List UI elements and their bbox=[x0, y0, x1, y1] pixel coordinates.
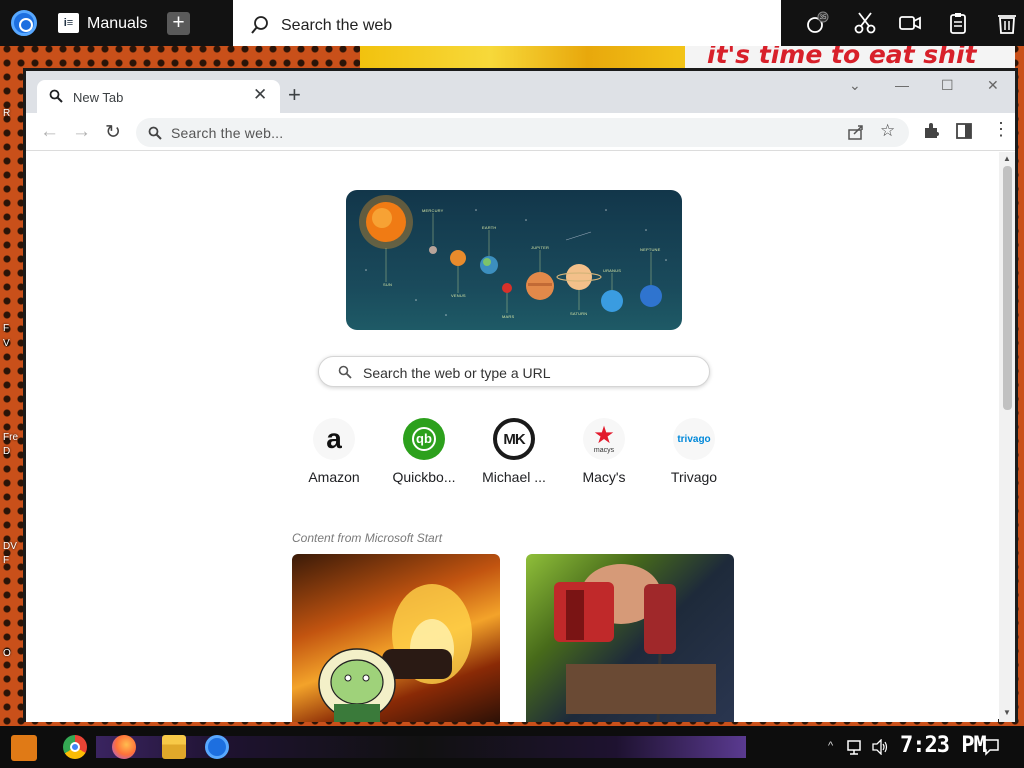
desktop-icon-label[interactable]: V bbox=[3, 338, 10, 349]
planet-label: VENUS bbox=[451, 293, 466, 298]
desktop-icon-label[interactable]: D bbox=[3, 446, 10, 457]
planet-label: MERCURY bbox=[422, 208, 444, 213]
quick-link-quickbooks[interactable]: qb Quickbo... bbox=[384, 418, 464, 485]
quick-link-label: Michael ... bbox=[482, 469, 546, 485]
quickbooks-logo-icon: qb bbox=[403, 418, 445, 460]
video-camera-icon[interactable] bbox=[898, 11, 922, 35]
top-search-placeholder: Search the web bbox=[281, 17, 393, 34]
page-search-input[interactable]: Search the web or type a URL bbox=[318, 356, 710, 387]
add-button[interactable]: + bbox=[167, 12, 190, 35]
performance-badge: 35 bbox=[820, 15, 827, 21]
planet-label: JUPITER bbox=[531, 245, 550, 250]
page-scrollbar[interactable]: ▲ ▼ bbox=[999, 152, 1015, 722]
side-panel-icon[interactable] bbox=[955, 122, 973, 140]
file-explorer-icon[interactable] bbox=[162, 735, 186, 759]
chevron-up-icon[interactable]: ^ bbox=[828, 740, 833, 752]
trivago-logo-icon: trivago bbox=[673, 418, 715, 460]
manuals-label[interactable]: Manuals bbox=[87, 15, 147, 33]
planet-label: URANUS bbox=[603, 268, 622, 273]
quick-link-label: Macy's bbox=[582, 469, 626, 485]
solar-system-logo[interactable]: MERCURY EARTH JUPITER URANUS NEPTUNE SUN… bbox=[346, 190, 682, 330]
macys-logo-icon: ★ macys bbox=[583, 418, 625, 460]
wallpaper-banner-image bbox=[360, 46, 685, 68]
quick-link-amazon[interactable]: a Amazon bbox=[294, 418, 374, 485]
search-icon bbox=[148, 126, 162, 140]
browser-window: New Tab ✕ + ⌄ — ☐ ✕ ← → ↻ Search the web… bbox=[23, 68, 1018, 722]
maximize-button[interactable]: ☐ bbox=[941, 77, 954, 94]
clipboard-icon[interactable] bbox=[946, 11, 970, 35]
page-search-placeholder: Search the web or type a URL bbox=[363, 365, 551, 381]
top-search-bar[interactable]: Search the web bbox=[233, 0, 781, 46]
desktop-icon-label[interactable]: O bbox=[3, 648, 11, 659]
close-icon[interactable]: ✕ bbox=[253, 85, 267, 105]
tab-strip: New Tab ✕ + ⌄ — ☐ ✕ bbox=[26, 71, 1015, 113]
app-logo-icon[interactable] bbox=[205, 735, 229, 759]
chevron-down-icon[interactable]: ⌄ bbox=[849, 77, 861, 94]
search-icon bbox=[251, 16, 268, 34]
content-source-label: Content from Microsoft Start bbox=[292, 531, 443, 545]
reload-button[interactable]: ↻ bbox=[105, 121, 121, 144]
quick-link-trivago[interactable]: trivago Trivago bbox=[654, 418, 734, 485]
planet-label: EARTH bbox=[482, 225, 497, 230]
browser-toolbar: ← → ↻ Search the web... ☆ ⋮ bbox=[26, 113, 1015, 151]
planet-label: SATURN bbox=[570, 311, 588, 316]
news-card-drill[interactable] bbox=[526, 554, 734, 722]
more-menu-icon[interactable]: ⋮ bbox=[992, 119, 1010, 140]
desktop-icon-label[interactable]: DV bbox=[3, 541, 17, 552]
planet-label: SUN bbox=[383, 282, 393, 287]
performance-icon[interactable]: 35 bbox=[805, 11, 829, 35]
forward-button[interactable]: → bbox=[72, 121, 91, 143]
scissors-icon[interactable] bbox=[853, 11, 877, 35]
search-icon bbox=[49, 89, 63, 103]
taskbar: ^ bbox=[0, 726, 1024, 768]
quick-link-michael-kors[interactable]: MK Michael ... bbox=[474, 418, 554, 485]
desktop-icon-label[interactable]: R bbox=[3, 108, 10, 119]
quick-link-macys[interactable]: ★ macys Macy's bbox=[564, 418, 644, 485]
volume-icon[interactable] bbox=[871, 739, 889, 755]
taskbar-clock[interactable]: 7:23 PM bbox=[900, 733, 987, 758]
close-window-button[interactable]: ✕ bbox=[987, 77, 999, 94]
wallpaper-banner-caption: it's time to eat shit bbox=[685, 46, 1015, 68]
quick-link-label: Trivago bbox=[670, 469, 718, 485]
news-image-drill bbox=[554, 564, 716, 722]
desktop-icon-label[interactable]: Fre bbox=[3, 432, 18, 443]
app-logo-icon[interactable] bbox=[11, 10, 37, 36]
minimize-button[interactable]: — bbox=[895, 77, 909, 93]
trash-icon[interactable] bbox=[995, 11, 1019, 35]
quick-link-label: Quickbo... bbox=[392, 469, 456, 485]
news-card-fire[interactable] bbox=[292, 554, 500, 722]
desktop-icon-label[interactable]: F bbox=[3, 555, 9, 566]
quick-link-label: Amazon bbox=[308, 469, 360, 485]
banner-text: it's time to eat shit bbox=[707, 46, 977, 68]
address-bar[interactable]: Search the web... ☆ bbox=[136, 118, 909, 147]
desktop-icon-label[interactable]: F bbox=[3, 323, 9, 334]
solar-system-illustration bbox=[359, 195, 667, 316]
michael-kors-logo-icon: MK bbox=[493, 418, 535, 460]
planet-label: MARS bbox=[502, 314, 515, 319]
tab-title: New Tab bbox=[73, 90, 124, 105]
manuals-icon[interactable]: i≡ bbox=[58, 13, 79, 33]
scrollbar-thumb[interactable] bbox=[1003, 166, 1012, 410]
back-button[interactable]: ← bbox=[40, 121, 59, 143]
search-icon bbox=[338, 365, 352, 379]
extensions-icon[interactable] bbox=[922, 122, 940, 140]
start-button-icon[interactable] bbox=[11, 735, 37, 761]
amazon-logo-icon: a bbox=[313, 418, 355, 460]
new-tab-button[interactable]: + bbox=[288, 82, 301, 108]
scroll-down-icon[interactable]: ▼ bbox=[1003, 708, 1011, 717]
new-tab-page: MERCURY EARTH JUPITER URANUS NEPTUNE SUN… bbox=[26, 152, 998, 722]
scroll-up-icon[interactable]: ▲ bbox=[1003, 154, 1011, 163]
tab-new-tab[interactable]: New Tab ✕ bbox=[37, 80, 280, 113]
address-bar-text: Search the web... bbox=[171, 125, 284, 141]
planet-label: NEPTUNE bbox=[640, 247, 661, 252]
bookmark-star-icon[interactable]: ☆ bbox=[880, 121, 895, 141]
top-bar: i≡ Manuals + Search the web 35 bbox=[0, 0, 1024, 46]
share-icon[interactable] bbox=[847, 123, 865, 141]
news-image-fire bbox=[318, 584, 472, 722]
network-icon[interactable] bbox=[847, 739, 865, 755]
firefox-icon[interactable] bbox=[112, 735, 136, 759]
taskbar-decoration bbox=[96, 736, 746, 758]
chrome-icon[interactable] bbox=[63, 735, 87, 759]
